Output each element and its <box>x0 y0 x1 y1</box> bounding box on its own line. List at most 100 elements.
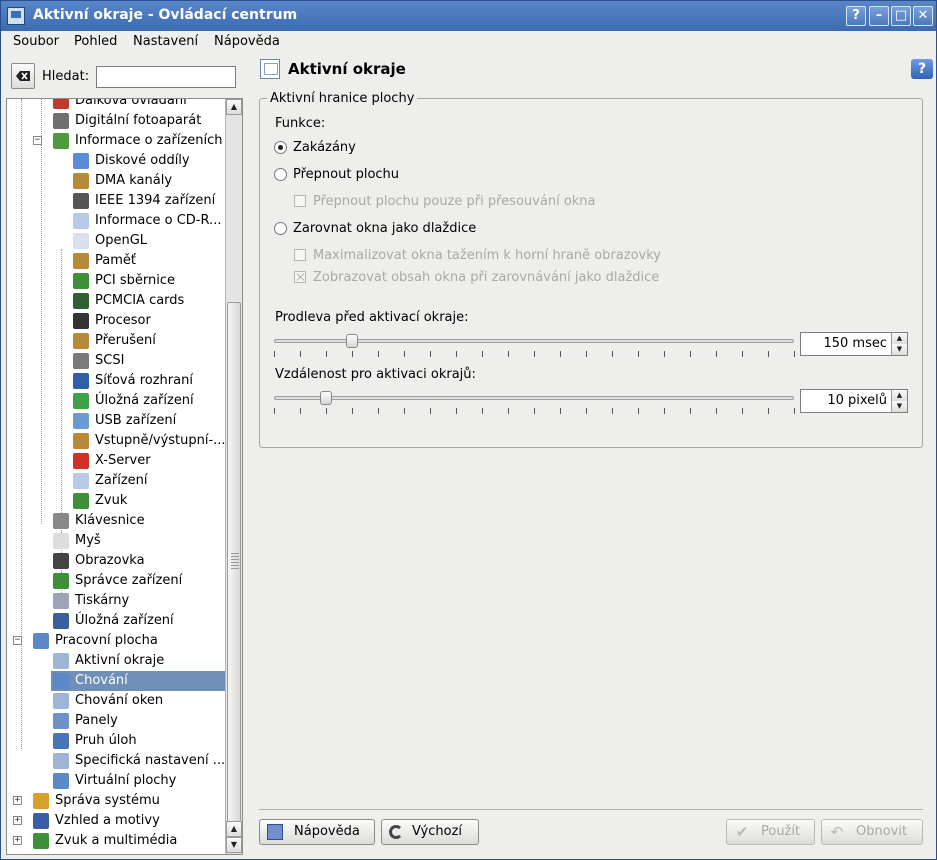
tree-item[interactable]: Zvuk <box>7 491 225 511</box>
tree-item[interactable]: Úložná zařízení <box>7 611 225 631</box>
delay-spinbox[interactable]: 150 msec ▲ ▼ <box>800 332 908 356</box>
tree-scrollbar[interactable]: ▲ ▲ ▼ <box>225 99 242 854</box>
radio-tile-windows[interactable] <box>274 222 287 235</box>
slider-tick <box>638 351 639 357</box>
tree-item[interactable]: + Správa systému <box>7 791 225 811</box>
whats-this-help-icon[interactable]: ? <box>911 59 933 79</box>
tree-item[interactable]: Chování <box>7 671 225 691</box>
defaults-button-label: Výchozí <box>412 824 463 839</box>
menu-napoveda[interactable]: Nápověda <box>214 34 280 49</box>
delay-spin-down[interactable]: ▼ <box>892 344 907 355</box>
reset-button[interactable]: ↶ Obnovit <box>821 819 923 845</box>
tree-item[interactable]: SCSI <box>7 351 225 371</box>
collapse-icon[interactable]: − <box>13 636 22 645</box>
radio-switch-desktop-label[interactable]: Přepnout plochu <box>293 167 399 182</box>
apply-button[interactable]: ✔ Použít <box>726 819 815 845</box>
tree-item[interactable]: USB zařízení <box>7 411 225 431</box>
checkbox-maximize-top-label[interactable]: Maximalizovat okna tažením k horní hraně… <box>313 248 661 263</box>
tree-item[interactable]: Dálková ovládání <box>7 99 225 111</box>
tree-item[interactable]: − Pracovní plocha <box>7 631 225 651</box>
tree-item[interactable]: Úložná zařízení <box>7 391 225 411</box>
tree-item[interactable]: IEEE 1394 zařízení <box>7 191 225 211</box>
tree-item[interactable]: Procesor <box>7 311 225 331</box>
help-title-button[interactable]: ? <box>846 6 866 26</box>
checkbox-show-content-tiling-label[interactable]: Zobrazovat obsah okna při zarovnávání ja… <box>313 270 659 285</box>
scroll-up-button[interactable]: ▲ <box>226 99 242 115</box>
checkbox-switch-only-moving[interactable] <box>294 195 306 207</box>
tree-item[interactable]: OpenGL <box>7 231 225 251</box>
tree-item[interactable]: Obrazovka <box>7 551 225 571</box>
tree-item[interactable]: Síťová rozhraní <box>7 371 225 391</box>
expand-icon[interactable]: + <box>13 836 22 845</box>
tree-item[interactable]: Přerušení <box>7 331 225 351</box>
tree-item[interactable]: Zařízení <box>7 471 225 491</box>
clear-search-button[interactable] <box>11 63 35 89</box>
distance-spin-down[interactable]: ▼ <box>892 401 907 412</box>
tree-item[interactable]: Virtuální plochy <box>7 771 225 791</box>
distance-value[interactable]: 10 pixelů <box>827 393 887 408</box>
maximize-button[interactable]: □ <box>891 6 911 26</box>
tree-item[interactable]: Chování oken <box>7 691 225 711</box>
tree-item[interactable]: + Zvuk a multimédia <box>7 831 225 851</box>
slider-tick <box>612 408 613 414</box>
tree-item[interactable]: PCMCIA cards <box>7 291 225 311</box>
menu-pohled[interactable]: Pohled <box>74 34 117 49</box>
expand-icon[interactable]: + <box>13 816 22 825</box>
io-ports-icon <box>73 433 89 449</box>
slider-tick <box>534 408 535 414</box>
search-label: Hledat: <box>42 69 90 84</box>
tree-item[interactable]: Diskové oddíly <box>7 151 225 171</box>
radio-switch-desktop[interactable] <box>274 168 287 181</box>
slider-tick <box>430 408 431 414</box>
radio-disabled[interactable] <box>274 141 287 154</box>
tree-item[interactable]: Vstupně/výstupní-... <box>7 431 225 451</box>
collapse-icon[interactable]: − <box>33 136 42 145</box>
radio-disabled-label[interactable]: Zakázány <box>293 140 356 155</box>
tree-item[interactable]: + Vzhled a motivy <box>7 811 225 831</box>
tree-item[interactable]: − Informace o zařízeních <box>7 131 225 151</box>
search-input[interactable] <box>96 66 236 88</box>
scroll-down-button[interactable]: ▼ <box>226 837 242 853</box>
distance-spinbox[interactable]: 10 pixelů ▲ ▼ <box>800 389 908 413</box>
tree-item[interactable]: Specifická nastavení ... <box>7 751 225 771</box>
delay-spin-up[interactable]: ▲ <box>892 333 907 344</box>
tree-item[interactable]: Tiskárny <box>7 591 225 611</box>
tree-item[interactable]: Paměť <box>7 251 225 271</box>
expand-icon[interactable]: + <box>13 796 22 805</box>
tree-item[interactable]: Klávesnice <box>7 511 225 531</box>
checkbox-show-content-tiling[interactable] <box>294 271 306 283</box>
tree-item[interactable]: Panely <box>7 711 225 731</box>
close-button[interactable]: ✕ <box>913 6 933 26</box>
distance-spin-up[interactable]: ▲ <box>892 390 907 401</box>
scroll-thumb[interactable] <box>227 302 241 822</box>
delay-value[interactable]: 150 msec <box>823 336 887 351</box>
checkbox-switch-only-moving-label[interactable]: Přepnout plochu pouze při přesouvání okn… <box>313 194 596 209</box>
menu-soubor[interactable]: Soubor <box>13 34 59 49</box>
tree-item[interactable]: DMA kanály <box>7 171 225 191</box>
minimize-button[interactable]: – <box>869 6 889 26</box>
distance-slider-track[interactable] <box>274 396 794 400</box>
delay-spin-arrows[interactable]: ▲ ▼ <box>891 333 907 355</box>
delay-slider-handle[interactable] <box>346 334 358 348</box>
radio-tile-windows-label[interactable]: Zarovnat okna jako dlaždice <box>293 221 476 236</box>
tree-item[interactable]: Myš <box>7 531 225 551</box>
control-center-icon[interactable] <box>7 7 25 25</box>
tree-item[interactable]: PCI sběrnice <box>7 271 225 291</box>
tree-item[interactable]: Informace o CD-R... <box>7 211 225 231</box>
tree-item[interactable]: Správce zařízení <box>7 571 225 591</box>
defaults-button[interactable]: Výchozí <box>381 819 479 845</box>
tree-item[interactable]: Pruh úloh <box>7 731 225 751</box>
tree-item[interactable]: Aktivní okraje <box>7 651 225 671</box>
slider-tick <box>326 351 327 357</box>
menu-nastaveni[interactable]: Nastavení <box>133 34 198 49</box>
distance-slider-handle[interactable] <box>320 391 332 405</box>
distance-spin-arrows[interactable]: ▲ ▼ <box>891 390 907 412</box>
panel-splitter[interactable] <box>245 98 253 855</box>
tree-item[interactable]: Digitální fotoaparát <box>7 111 225 131</box>
scroll-up-button-lower[interactable]: ▲ <box>226 821 242 837</box>
tree-item[interactable]: X-Server <box>7 451 225 471</box>
checkbox-maximize-top[interactable] <box>294 249 306 261</box>
title-bar[interactable]: Aktivní okraje - Ovládací centrum ? – □ … <box>1 1 936 31</box>
help-button[interactable]: Nápověda <box>259 819 375 845</box>
tree-item-label: Vzhled a motivy <box>55 813 160 828</box>
